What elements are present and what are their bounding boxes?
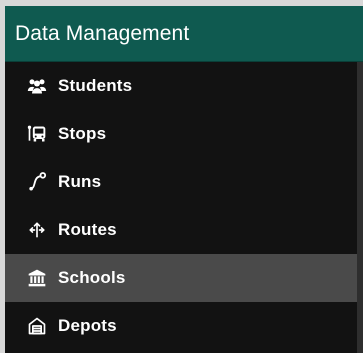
institution-icon	[26, 267, 48, 289]
split-arrows-icon	[26, 219, 48, 241]
bus-stop-icon	[26, 123, 48, 145]
route-path-icon	[26, 171, 48, 193]
menu-item-label: Depots	[58, 316, 117, 335]
menu-item-label: Stops	[58, 124, 107, 143]
menu-item-schools[interactable]: Schools	[5, 254, 363, 302]
menu-item-label: Schools	[58, 268, 126, 287]
menu-item-depots[interactable]: Depots	[5, 302, 363, 350]
data-management-panel: Data Management Students Stops Runs Rout…	[0, 0, 363, 353]
users-icon	[26, 75, 48, 97]
menu-item-runs[interactable]: Runs	[5, 158, 363, 206]
menu-item-routes[interactable]: Routes	[5, 206, 363, 254]
panel-header: Data Management	[5, 6, 363, 62]
garage-icon	[26, 315, 48, 337]
menu-scrollbar[interactable]	[357, 62, 363, 353]
menu-item-label: Routes	[58, 220, 117, 239]
menu-item-label: Students	[58, 76, 133, 95]
menu-item-label: Runs	[58, 172, 102, 191]
data-management-menu: Students Stops Runs Routes Schools Depot…	[5, 62, 363, 350]
menu-item-students[interactable]: Students	[5, 62, 363, 110]
panel-title: Data Management	[15, 21, 190, 45]
menu-item-stops[interactable]: Stops	[5, 110, 363, 158]
